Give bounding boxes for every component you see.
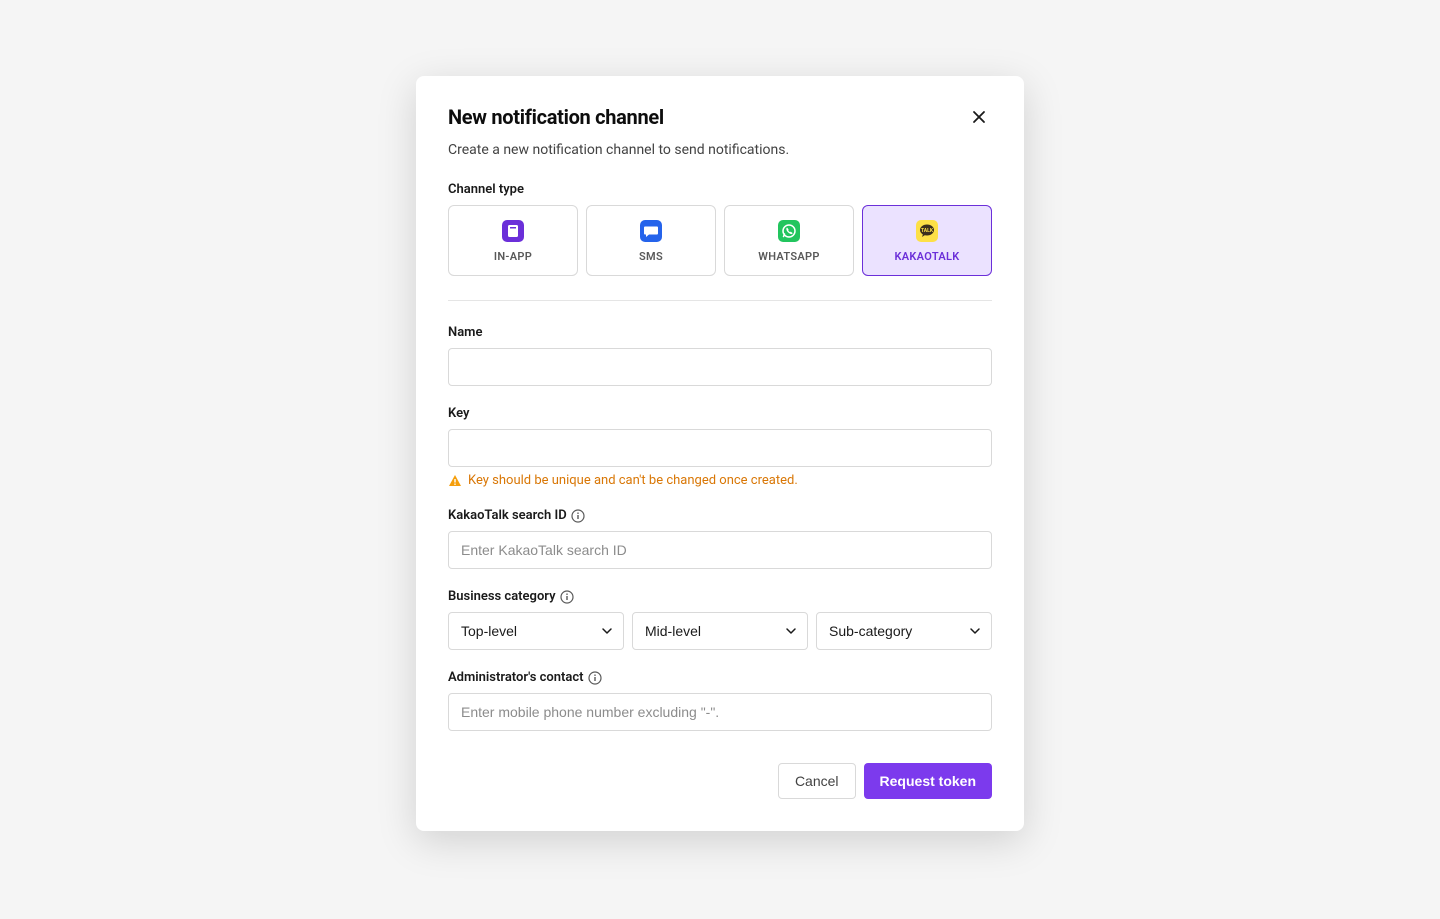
cancel-button[interactable]: Cancel bbox=[778, 763, 856, 799]
warning-icon bbox=[448, 474, 462, 488]
channel-option-in-app[interactable]: IN-APP bbox=[448, 205, 578, 276]
admin-contact-input[interactable] bbox=[448, 693, 992, 731]
key-helper-text: Key should be unique and can't be change… bbox=[468, 473, 798, 488]
name-group: Name bbox=[448, 325, 992, 386]
svg-text:TALK: TALK bbox=[921, 228, 934, 234]
key-label: Key bbox=[448, 406, 992, 421]
channel-type-label: Channel type bbox=[448, 182, 992, 197]
search-id-label: KakaoTalk search ID bbox=[448, 508, 992, 523]
key-input[interactable] bbox=[448, 429, 992, 467]
business-category-group: Business category Top-level Mid-level bbox=[448, 589, 992, 650]
category-select-row: Top-level Mid-level Sub-category bbox=[448, 612, 992, 650]
business-category-label: Business category bbox=[448, 589, 992, 604]
key-helper: Key should be unique and can't be change… bbox=[448, 473, 992, 488]
name-input[interactable] bbox=[448, 348, 992, 386]
notification-channel-modal: New notification channel Create a new no… bbox=[416, 76, 1024, 831]
modal-footer: Cancel Request token bbox=[448, 763, 992, 799]
close-button[interactable] bbox=[966, 104, 992, 130]
close-icon bbox=[970, 108, 988, 126]
info-icon bbox=[588, 671, 602, 685]
channel-type-grid: IN-APP SMS bbox=[448, 205, 992, 276]
channel-type-group: Channel type IN-APP bbox=[448, 182, 992, 301]
modal-title: New notification channel bbox=[448, 105, 664, 129]
search-id-group: KakaoTalk search ID bbox=[448, 508, 992, 569]
top-level-select[interactable]: Top-level bbox=[448, 612, 624, 650]
kakaotalk-icon: TALK bbox=[916, 220, 938, 242]
modal-description: Create a new notification channel to sen… bbox=[448, 142, 992, 158]
channel-option-sms[interactable]: SMS bbox=[586, 205, 716, 276]
key-group: Key Key should be unique and can't be ch… bbox=[448, 406, 992, 488]
info-icon bbox=[571, 509, 585, 523]
sub-category-select[interactable]: Sub-category bbox=[816, 612, 992, 650]
admin-contact-group: Administrator's contact bbox=[448, 670, 992, 731]
channel-label: SMS bbox=[639, 250, 663, 263]
channel-label: KAKAOTALK bbox=[895, 250, 960, 263]
request-token-button[interactable]: Request token bbox=[864, 763, 992, 799]
sms-icon bbox=[640, 220, 662, 242]
mid-level-select[interactable]: Mid-level bbox=[632, 612, 808, 650]
info-icon bbox=[560, 590, 574, 604]
channel-option-kakaotalk[interactable]: TALK KAKAOTALK bbox=[862, 205, 992, 276]
admin-contact-label: Administrator's contact bbox=[448, 670, 992, 685]
channel-label: IN-APP bbox=[494, 250, 532, 263]
channel-label: WHATSAPP bbox=[758, 250, 819, 263]
in-app-icon bbox=[502, 220, 524, 242]
modal-header: New notification channel bbox=[448, 104, 992, 130]
name-label: Name bbox=[448, 325, 992, 340]
whatsapp-icon bbox=[778, 220, 800, 242]
search-id-input[interactable] bbox=[448, 531, 992, 569]
divider bbox=[448, 300, 992, 301]
channel-option-whatsapp[interactable]: WHATSAPP bbox=[724, 205, 854, 276]
